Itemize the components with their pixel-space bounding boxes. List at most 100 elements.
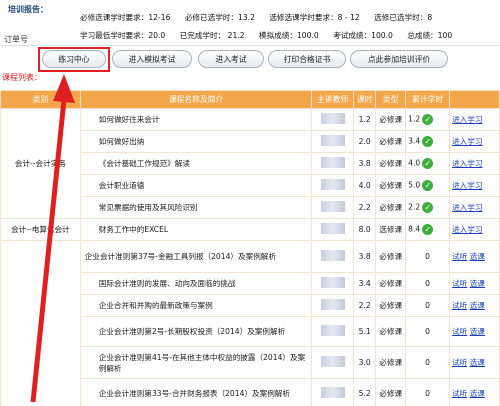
type-cell: 必修课 bbox=[375, 240, 407, 273]
course-name: 会计职业道德 bbox=[79, 174, 313, 197]
enter-exam-button[interactable]: 进入考试 bbox=[198, 50, 264, 68]
check-icon: ✓ bbox=[422, 114, 434, 125]
action-cell: 试听 选课 bbox=[449, 316, 500, 347]
check-icon: ✓ bbox=[422, 180, 434, 191]
course-list-title: 课程列表： bbox=[2, 73, 42, 82]
accumulated-cell: 0 bbox=[405, 272, 451, 295]
course-name: 如何做好出纳 bbox=[79, 130, 313, 153]
teacher-cell bbox=[311, 378, 355, 406]
trial-link[interactable]: 试听 bbox=[452, 389, 467, 398]
trial-link[interactable]: 试听 bbox=[452, 252, 467, 261]
type-cell: 选修课 bbox=[375, 218, 407, 241]
trial-link[interactable]: 试听 bbox=[452, 279, 467, 288]
order-number-label: 订单号 bbox=[4, 35, 28, 44]
trial-link[interactable]: 试听 bbox=[452, 358, 467, 367]
stat-completed-hours: 已完成学时： 21.2 bbox=[179, 31, 245, 40]
action-cell: 试听 选课 bbox=[449, 346, 500, 379]
accumulated-value: 1.2 bbox=[408, 114, 421, 124]
mock-exam-button[interactable]: 进入模拟考试 bbox=[112, 50, 192, 68]
stat-total-score: 总成绩：100 bbox=[407, 31, 453, 40]
course-name: 如何做好往来会计 bbox=[79, 108, 313, 131]
course-name: 企业会计准则第37号-金融工具列报（2014）及案例解析 bbox=[79, 240, 313, 273]
action-cell: 进入学习 bbox=[449, 108, 500, 131]
trial-link[interactable]: 试听 bbox=[452, 327, 467, 336]
accumulated-cell: 4.0 ✓ bbox=[405, 152, 451, 175]
hours-cell: 4.0 bbox=[353, 174, 377, 197]
select-course-link[interactable]: 选课 bbox=[470, 389, 485, 398]
select-course-link[interactable]: 选课 bbox=[470, 358, 485, 367]
stat-elective-selected: 选修已选学时：8 bbox=[374, 13, 433, 22]
header-teacher: 主讲教师 bbox=[311, 90, 355, 109]
enter-study-link[interactable]: 进入学习 bbox=[452, 115, 482, 124]
training-evaluation-button[interactable]: 点此参加培训评价 bbox=[350, 50, 448, 68]
hours-cell: 3.8 bbox=[353, 152, 377, 175]
select-course-link[interactable]: 选课 bbox=[470, 301, 485, 310]
stat-elective-requirement: 选修选课学时要求：8 - 12 bbox=[269, 13, 360, 22]
type-cell: 必修课 bbox=[375, 346, 407, 379]
teacher-cell bbox=[311, 152, 355, 175]
enter-study-link[interactable]: 进入学习 bbox=[452, 159, 482, 168]
enter-study-link[interactable]: 进入学习 bbox=[452, 225, 482, 234]
type-cell: 必修课 bbox=[375, 316, 407, 347]
select-course-link[interactable]: 选课 bbox=[470, 252, 485, 261]
enter-study-link[interactable]: 进入学习 bbox=[452, 203, 482, 212]
hours-cell: 3.0 bbox=[353, 346, 377, 379]
select-course-link[interactable]: 选课 bbox=[470, 327, 485, 336]
accumulated-value: 3.4 bbox=[408, 136, 421, 146]
accumulated-cell: 0 bbox=[405, 240, 451, 273]
type-cell: 必修课 bbox=[375, 152, 407, 175]
print-certificate-button[interactable]: 打印合格证书 bbox=[268, 50, 346, 68]
type-cell: 必修课 bbox=[375, 272, 407, 295]
type-cell: 必修课 bbox=[375, 294, 407, 317]
hours-cell: 1.2 bbox=[353, 108, 377, 131]
action-cell: 进入学习 bbox=[449, 174, 500, 197]
hours-cell: 5.2 bbox=[353, 378, 377, 406]
teacher-avatar bbox=[320, 387, 345, 398]
hours-cell: 8.0 bbox=[353, 218, 377, 241]
course-name: 企业会计准则第2号-长期股权投资（2014）及案例解析 bbox=[79, 316, 313, 347]
stats-row-1: 必修选课学时要求：12-16 必修已选学时：13.2 选修选课学时要求：8 - … bbox=[80, 12, 432, 23]
table-header-row: 类别 课程名称及简介 主讲教师 课时 类型 累计学时 bbox=[0, 90, 500, 109]
teacher-cell bbox=[311, 174, 355, 197]
header-type: 类型 bbox=[375, 90, 407, 109]
table-row: 会计--电算化会计 财务工作中的EXCEL 8.0 选修课 8.4 ✓ 进入学习 bbox=[0, 218, 500, 241]
accumulated-cell: 3.4 ✓ bbox=[405, 130, 451, 153]
type-cell: 必修课 bbox=[375, 130, 407, 153]
teacher-avatar bbox=[320, 250, 345, 261]
highlight-box bbox=[38, 47, 110, 72]
stats-row-2: 学习最低学时要求：20.0 已完成学时： 21.2 模拟成绩：100.0 考试成… bbox=[80, 30, 452, 41]
header-action bbox=[449, 90, 500, 109]
hours-cell: 3.8 bbox=[353, 240, 377, 273]
trial-link[interactable]: 试听 bbox=[452, 301, 467, 310]
training-report: 培训报告： 订单号 必修选课学时要求：12-16 必修已选学时：13.2 选修选… bbox=[0, 0, 500, 46]
stat-required-selected: 必修已选学时：13.2 bbox=[184, 13, 255, 22]
hours-cell: 2.2 bbox=[353, 196, 377, 219]
course-name: 企业会计准则第41号-在其他主体中权益的披露（2014）及案例解析 bbox=[79, 346, 313, 379]
hours-cell: 3.4 bbox=[353, 272, 377, 295]
action-cell: 试听 选课 bbox=[449, 294, 500, 317]
select-course-link[interactable]: 选课 bbox=[470, 279, 485, 288]
teacher-avatar bbox=[320, 157, 345, 168]
course-name: 常见票据的使用及其风险识别 bbox=[79, 196, 313, 219]
teacher-cell bbox=[311, 346, 355, 379]
enter-study-link[interactable]: 进入学习 bbox=[452, 181, 482, 190]
action-cell: 进入学习 bbox=[449, 218, 500, 241]
enter-study-link[interactable]: 进入学习 bbox=[452, 137, 482, 146]
action-cell: 进入学习 bbox=[449, 130, 500, 153]
stat-mock-score: 模拟成绩：100.0 bbox=[259, 31, 319, 40]
action-cell: 进入学习 bbox=[449, 152, 500, 175]
type-cell: 必修课 bbox=[375, 378, 407, 406]
teacher-avatar bbox=[320, 113, 345, 124]
accumulated-cell: 0 bbox=[405, 346, 451, 379]
accumulated-cell: 5.0 ✓ bbox=[405, 174, 451, 197]
header-accumulated: 累计学时 bbox=[405, 90, 451, 109]
type-cell: 必修课 bbox=[375, 108, 407, 131]
course-name: 企业合并和并购的最新政策与案例 bbox=[79, 294, 313, 317]
accumulated-cell: 8.4 ✓ bbox=[405, 218, 451, 241]
teacher-avatar bbox=[320, 135, 345, 146]
header-hours: 课时 bbox=[353, 90, 377, 109]
teacher-avatar bbox=[320, 201, 345, 212]
check-icon: ✓ bbox=[422, 224, 434, 235]
stat-exam-score: 考试成绩：100.0 bbox=[333, 31, 393, 40]
accumulated-cell: 0 bbox=[405, 294, 451, 317]
